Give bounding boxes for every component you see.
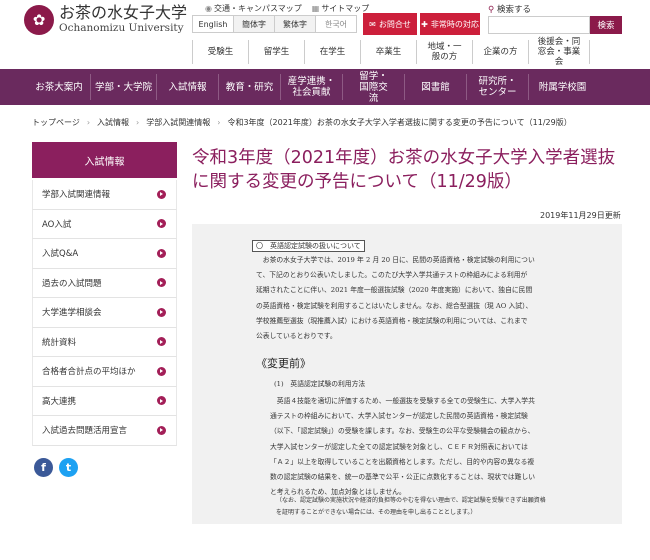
nav-admissions[interactable]: 入試情報	[156, 74, 218, 100]
audience-nav: 受験生 留学生 在学生 卒業生 地域・一般の方 企業の方 後援会・同窓会・事業会	[192, 37, 590, 67]
search-icon: ⚲	[488, 5, 495, 15]
breadcrumb: トップページ › 入試情報 › 学部入試関連情報 › 令和3年度（2021年度）お茶の水女子…	[32, 117, 572, 128]
arrow-circle-icon	[157, 278, 166, 288]
logo-text-en: Ochanomizu University	[59, 22, 184, 34]
campus-map-link[interactable]: ◉ 交通・キャンパスマップ	[205, 3, 302, 14]
facebook-icon[interactable]: f	[34, 458, 53, 477]
logo-text-jp: お茶の水女子大学	[59, 3, 188, 22]
lang-traditional-chinese[interactable]: 繁体字	[274, 15, 316, 33]
crest-icon: ✿	[24, 4, 54, 35]
aud-community[interactable]: 地域・一般の方	[416, 40, 472, 64]
search-label: ⚲ 検索する	[488, 5, 531, 15]
aud-current-students[interactable]: 在学生	[304, 40, 360, 64]
sidebar-item-averages[interactable]: 合格者合計点の平均ほか	[32, 357, 177, 387]
nav-institutes[interactable]: 研究所・センター	[466, 74, 528, 100]
aud-companies[interactable]: 企業の方	[472, 40, 528, 64]
map-pin-icon: ◉	[205, 4, 212, 13]
aud-alumni[interactable]: 卒業生	[360, 40, 416, 64]
lang-korean[interactable]: 한국어	[315, 15, 357, 33]
lang-english[interactable]: English	[192, 15, 234, 33]
language-switcher: English 簡体字 繁体字 한국어	[192, 15, 357, 33]
crumb-home[interactable]: トップページ	[32, 118, 80, 127]
nav-international[interactable]: 留学・国際交流	[342, 71, 404, 104]
notice-box: 〇 英語認定試験の扱いについて お茶の水女子大学では、2019 年 2 月 20…	[192, 224, 622, 524]
arrow-circle-icon	[157, 425, 166, 435]
contact-button[interactable]: ✉ お問合せ	[363, 13, 417, 35]
body-paragraph: 英語４技能を適切に評価するため、一般選抜を受験する全ての受験生に、大学入学共 通…	[270, 397, 536, 497]
sidebar-item-ao[interactable]: AO入試	[32, 209, 177, 239]
section-label: 〇 英語認定試験の扱いについて	[252, 240, 365, 252]
mail-icon: ✉	[369, 19, 376, 29]
chevron-right-icon: ›	[217, 118, 221, 127]
sidebar-list: 学部入試関連情報 AO入試 入試Q&A 過去の入試問題 大学進学相談会 統計資料…	[32, 180, 177, 446]
sitemap-link[interactable]: ▦ サイトマップ	[312, 3, 370, 14]
sidebar-heading[interactable]: 入試情報	[32, 142, 177, 178]
arrow-circle-icon	[157, 337, 166, 347]
nav-education[interactable]: 教育・研究	[218, 74, 280, 100]
alert-icon: ✚	[421, 19, 428, 29]
chevron-right-icon: ›	[86, 118, 91, 127]
sub-heading: (1) 英語認定試験の利用方法	[274, 380, 366, 388]
note-paragraph: （なお、認定試験の実施状況や経済的負担等のやむを得ない理由で、認定試験を受験でき…	[276, 497, 546, 516]
university-logo[interactable]: ✿ お茶の水女子大学 Ochanomizu University	[24, 4, 187, 35]
nav-about[interactable]: お茶大案内	[28, 74, 90, 100]
update-date: 2019年11月29日更新	[540, 211, 621, 220]
sidebar-item-statistics[interactable]: 統計資料	[32, 327, 177, 357]
intro-paragraph: お茶の水女子大学では、2019 年 2 月 20 日に、民間の英語資格・検定試験…	[256, 256, 535, 341]
utility-links: ◉ 交通・キャンパスマップ ▦ サイトマップ	[205, 3, 369, 14]
change-heading: 《変更前》	[256, 357, 311, 370]
sidebar-item-past-exams[interactable]: 過去の入試問題	[32, 268, 177, 298]
chevron-right-icon: ›	[136, 118, 140, 127]
search-input[interactable]	[488, 16, 590, 34]
crumb-undergrad-info[interactable]: 学部入試関連情報	[146, 118, 210, 127]
crumb-current: 令和3年度（2021年度）お茶の水女子大学入学者選抜に関する変更の予告について（…	[227, 118, 572, 127]
arrow-circle-icon	[157, 396, 166, 406]
twitter-icon[interactable]: t	[59, 458, 78, 477]
arrow-circle-icon	[157, 366, 166, 376]
aud-supporters[interactable]: 後援会・同窓会・事業会	[528, 37, 590, 67]
nav-faculties[interactable]: 学部・大学院	[90, 74, 156, 100]
aud-examinees[interactable]: 受験生	[192, 40, 248, 64]
page-title: 令和3年度（2021年度）お茶の水女子大学入学者選抜に関する変更の予告について（…	[192, 148, 616, 192]
arrow-circle-icon	[157, 307, 166, 317]
sitemap-icon: ▦	[311, 4, 320, 13]
sidebar-item-past-exam-usage[interactable]: 入試過去問題活用宣言	[32, 416, 177, 446]
arrow-circle-icon	[157, 219, 166, 229]
nav-attached-schools[interactable]: 附属学校園	[528, 74, 596, 100]
arrow-circle-icon	[157, 248, 166, 258]
crumb-admissions[interactable]: 入試情報	[97, 118, 129, 127]
main-nav: お茶大案内 学部・大学院 入試情報 教育・研究 産学連携・社会貢献 留学・国際交…	[0, 69, 650, 105]
sidebar-item-undergrad-info[interactable]: 学部入試関連情報	[32, 180, 177, 210]
nav-library[interactable]: 図書館	[404, 74, 466, 100]
search-button[interactable]: 検索	[590, 16, 622, 34]
arrow-circle-icon	[157, 189, 166, 199]
aud-intl-students[interactable]: 留学生	[248, 40, 304, 64]
lang-simplified-chinese[interactable]: 簡体字	[233, 15, 275, 33]
emergency-button[interactable]: ✚ 非常時の対応	[420, 13, 480, 35]
nav-industry[interactable]: 産学連携・社会貢献	[280, 74, 342, 100]
sidebar-item-consultation[interactable]: 大学進学相談会	[32, 298, 177, 328]
sidebar-item-qa[interactable]: 入試Q&A	[32, 239, 177, 269]
sidebar-item-highschool[interactable]: 高大連携	[32, 386, 177, 416]
